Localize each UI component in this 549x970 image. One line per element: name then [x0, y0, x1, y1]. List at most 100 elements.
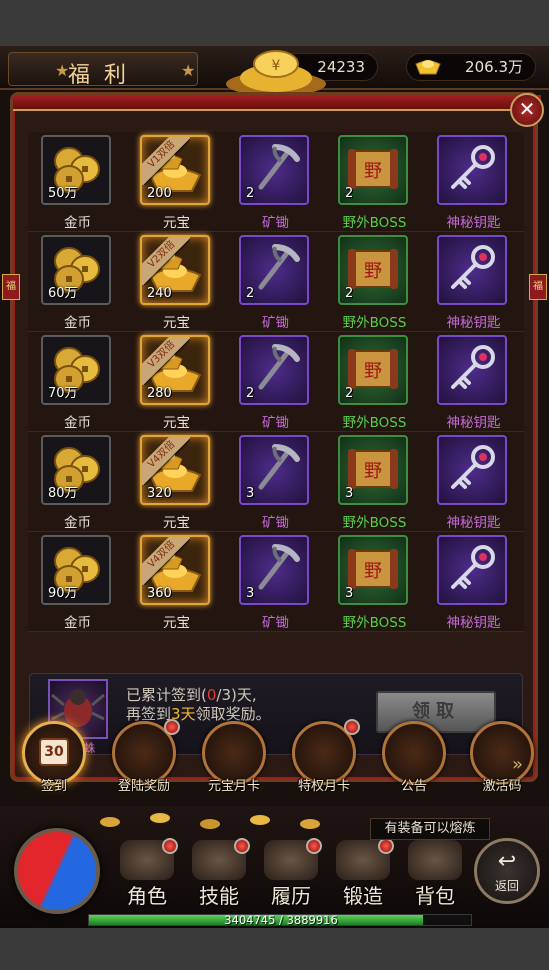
reward-cell[interactable]: 2 矿锄	[226, 232, 325, 332]
chevron-right-icon[interactable]: »	[512, 754, 523, 775]
reward-cell[interactable]: 野 3 野外BOSS	[325, 532, 424, 632]
reward-cell[interactable]: 野 2 野外BOSS	[325, 232, 424, 332]
reward-slot[interactable]: 3	[239, 535, 309, 605]
reward-cell[interactable]: 2 矿锄	[226, 132, 325, 232]
reward-label: 金币	[64, 415, 91, 431]
reward-slot[interactable]	[437, 235, 507, 305]
activity-button[interactable]: 公告	[378, 721, 450, 801]
side-tag-right: 福	[529, 274, 547, 300]
reward-quantity: 2	[246, 286, 255, 301]
back-label: 返回	[494, 879, 519, 893]
nav-item[interactable]: 背包	[400, 836, 470, 916]
reward-slot[interactable]: V1双倍 200	[140, 135, 210, 205]
return-arrow-icon: ↩	[497, 849, 517, 874]
reward-cell[interactable]: V3双倍 280 元宝	[127, 332, 226, 432]
reward-slot[interactable]: V2双倍 240	[140, 235, 210, 305]
reward-label: 野外BOSS	[342, 215, 407, 231]
reward-label: 金币	[64, 315, 91, 331]
reward-slot[interactable]	[437, 335, 507, 405]
activity-button[interactable]: 30 签到	[18, 721, 90, 801]
activity-label: 激活码	[482, 779, 522, 794]
reward-cell[interactable]: 2 矿锄	[226, 332, 325, 432]
reward-label: 矿锄	[262, 415, 289, 431]
reward-slot[interactable]: 70万	[41, 335, 111, 405]
reward-quantity: 360	[147, 586, 172, 601]
gold-treasure-icon: ¥	[226, 50, 326, 96]
nav-label: 履历	[271, 884, 311, 908]
reward-cell[interactable]: 野 3 野外BOSS	[325, 432, 424, 532]
reward-cell[interactable]: V4双倍 320 元宝	[127, 432, 226, 532]
reward-slot[interactable]	[437, 135, 507, 205]
reward-quantity: 60万	[48, 286, 78, 301]
svg-text:野: 野	[364, 361, 382, 382]
reward-label: 神秘钥匙	[446, 315, 501, 331]
reward-cell[interactable]: 神秘钥匙	[424, 132, 523, 232]
close-button[interactable]: ✕	[510, 93, 544, 127]
reward-cell[interactable]: V1双倍 200 元宝	[127, 132, 226, 232]
vip-ribbon: V2双倍	[142, 237, 190, 285]
notification-tooltip[interactable]: 有装备可以熔炼	[370, 818, 490, 840]
reward-quantity: 2	[345, 386, 354, 401]
reward-cell[interactable]: 70万金币	[28, 332, 127, 432]
activity-button[interactable]: 元宝月卡	[198, 721, 270, 801]
vip-ribbon-label: V4双倍	[142, 537, 190, 585]
reward-slot[interactable]: 3	[239, 435, 309, 505]
vip-ribbon: V4双倍	[142, 537, 190, 585]
reward-slot[interactable]	[437, 535, 507, 605]
svg-text:¥: ¥	[272, 58, 281, 74]
reward-slot[interactable]: 野3	[338, 535, 408, 605]
nav-item[interactable]: 角色	[112, 836, 182, 916]
reward-label: 神秘钥匙	[446, 215, 501, 231]
activity-button[interactable]: 激活码	[466, 721, 538, 801]
reward-cell[interactable]: 50万金币	[28, 132, 127, 232]
reward-cell[interactable]: 3 矿锄	[226, 532, 325, 632]
nav-label: 角色	[127, 884, 167, 908]
reward-cell[interactable]: 3 矿锄	[226, 432, 325, 532]
nav-item[interactable]: 锻造	[328, 836, 398, 916]
reward-cell[interactable]: 神秘钥匙	[424, 532, 523, 632]
coin-pile-decoration	[100, 813, 320, 829]
reward-slot[interactable]: 野3	[338, 435, 408, 505]
reward-label: 神秘钥匙	[446, 515, 501, 531]
reward-quantity: 3	[345, 486, 354, 501]
reward-cell[interactable]: 60万金币	[28, 232, 127, 332]
reward-slot[interactable]: 野2	[338, 335, 408, 405]
reward-cell[interactable]: 野 2 野外BOSS	[325, 132, 424, 232]
activity-button[interactable]: 特权月卡	[288, 719, 360, 801]
reward-slot[interactable]: 野2	[338, 135, 408, 205]
reward-slot[interactable]: 野2	[338, 235, 408, 305]
reward-slot[interactable]: V4双倍 360	[140, 535, 210, 605]
reward-label: 金币	[64, 615, 91, 631]
nav-item[interactable]: 技能	[184, 836, 254, 916]
reward-slot[interactable]: 2	[239, 235, 309, 305]
reward-grid: 50万 金币 V1双倍 200 元宝 2 矿锄野 2 野外BOSS 神秘钥匙 60万 金币 V2双倍 24…	[28, 132, 524, 672]
reward-slot[interactable]: 50万	[41, 135, 111, 205]
reward-label: 金币	[64, 215, 91, 231]
reward-cell[interactable]: 神秘钥匙	[424, 232, 523, 332]
back-button[interactable]: ↩ 返回	[474, 838, 540, 904]
reward-cell[interactable]: V2双倍 240 元宝	[127, 232, 226, 332]
reward-slot[interactable]: 2	[239, 335, 309, 405]
reward-cell[interactable]: 神秘钥匙	[424, 332, 523, 432]
activity-button[interactable]: 登陆奖励	[108, 719, 180, 801]
reward-cell[interactable]: 90万金币	[28, 532, 127, 632]
reward-slot[interactable]	[437, 435, 507, 505]
reward-cell[interactable]: V4双倍 360 元宝	[127, 532, 226, 632]
calendar-icon: 30	[39, 738, 69, 766]
reward-slot[interactable]: V4双倍 320	[140, 435, 210, 505]
reward-label: 矿锄	[262, 515, 289, 531]
vip-ribbon-label: V4双倍	[142, 437, 190, 485]
reward-row: 80万 金币 V4双倍 320 元宝 3 矿锄野 3 野外BOSS 神秘钥匙	[28, 432, 524, 532]
reward-cell[interactable]: 80万 金币	[28, 432, 127, 532]
reward-slot[interactable]: 60万	[41, 235, 111, 305]
reward-slot[interactable]: V3双倍 280	[140, 335, 210, 405]
reward-slot[interactable]: 90万	[41, 535, 111, 605]
reward-label: 矿锄	[262, 215, 289, 231]
nav-item[interactable]: 履历	[256, 836, 326, 916]
title-plate: ★ 福利 ★	[8, 52, 198, 88]
vip-ribbon-label: V2双倍	[142, 237, 190, 285]
reward-cell[interactable]: 神秘钥匙	[424, 432, 523, 532]
reward-slot[interactable]: 80万	[41, 435, 111, 505]
reward-cell[interactable]: 野 2 野外BOSS	[325, 332, 424, 432]
reward-slot[interactable]: 2	[239, 135, 309, 205]
